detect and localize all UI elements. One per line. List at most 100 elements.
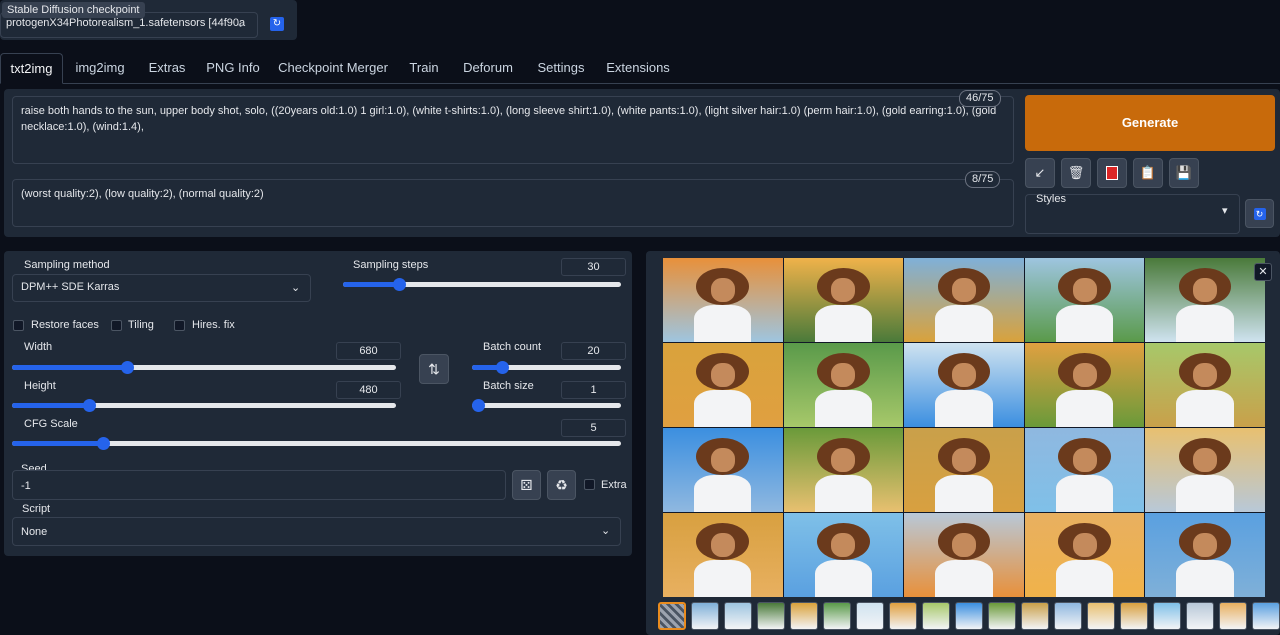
- gallery-thumbnail[interactable]: [988, 602, 1016, 630]
- tab-checkpoint-merger[interactable]: Checkpoint Merger: [274, 53, 392, 84]
- shirt-shape: [1055, 305, 1114, 342]
- gallery-image[interactable]: [1145, 428, 1265, 512]
- gallery-thumbnail[interactable]: [856, 602, 884, 630]
- gallery-thumbnail[interactable]: [1219, 602, 1247, 630]
- gallery-thumbnail[interactable]: [1252, 602, 1280, 630]
- arrow-icon[interactable]: ↙: [1025, 158, 1055, 188]
- random-seed-button[interactable]: ⚄: [512, 470, 541, 500]
- styles-refresh-button[interactable]: ↻: [1245, 199, 1274, 228]
- gallery-thumbnail[interactable]: [1087, 602, 1115, 630]
- prompt-textarea[interactable]: raise both hands to the sun, upper body …: [12, 96, 1014, 164]
- tab-settings[interactable]: Settings: [528, 53, 594, 84]
- gallery-thumbnail[interactable]: [823, 602, 851, 630]
- gallery-image[interactable]: [904, 258, 1024, 342]
- slider-handle[interactable]: [495, 361, 509, 374]
- gallery-thumbnail[interactable]: [1054, 602, 1082, 630]
- hires-fix-checkbox[interactable]: [174, 320, 185, 331]
- gallery-image[interactable]: [1024, 513, 1145, 597]
- tab-txt2img[interactable]: txt2img: [0, 53, 63, 84]
- gallery-image[interactable]: [783, 428, 904, 512]
- cfg-scale-input[interactable]: 5: [561, 419, 626, 437]
- batch-count-slider[interactable]: [472, 361, 621, 374]
- seed-input[interactable]: -1: [12, 470, 506, 500]
- sampling-method-select[interactable]: DPM++ SDE Karras: [12, 274, 311, 302]
- gallery-thumbnail[interactable]: [922, 602, 950, 630]
- checkpoint-label: Stable Diffusion checkpoint: [2, 2, 145, 18]
- gallery-image[interactable]: [783, 258, 904, 342]
- close-icon[interactable]: ✕: [1254, 263, 1272, 281]
- gallery-thumbnail[interactable]: [889, 602, 917, 630]
- gallery-image[interactable]: [1024, 343, 1145, 427]
- gallery-image[interactable]: [904, 343, 1024, 427]
- gallery-thumbnail[interactable]: [1153, 602, 1181, 630]
- gallery-image[interactable]: [663, 513, 783, 597]
- trash-icon[interactable]: 🗑: [1061, 158, 1091, 188]
- height-slider[interactable]: [12, 399, 396, 412]
- width-slider[interactable]: [12, 361, 396, 374]
- slider-fill: [343, 282, 399, 287]
- gallery-image[interactable]: [1024, 258, 1145, 342]
- face-shape: [710, 448, 735, 472]
- batch-size-slider[interactable]: [472, 399, 621, 412]
- tab-deforum[interactable]: Deforum: [455, 53, 521, 84]
- script-select[interactable]: None: [12, 517, 621, 546]
- gallery-image[interactable]: [663, 428, 783, 512]
- script-label: Script: [22, 503, 51, 515]
- swap-dimensions-button[interactable]: ⇅: [419, 354, 449, 384]
- chevron-down-icon[interactable]: ⌄: [236, 17, 245, 30]
- reuse-seed-button[interactable]: ♻: [547, 470, 576, 500]
- tab-extras[interactable]: Extras: [140, 53, 194, 84]
- slider-handle[interactable]: [392, 278, 406, 291]
- gallery-thumbnail[interactable]: [955, 602, 983, 630]
- chevron-down-icon: ⌄: [601, 525, 611, 537]
- recycle-icon: ♻: [555, 477, 568, 493]
- red-card-icon[interactable]: [1097, 158, 1127, 188]
- gallery-image[interactable]: [783, 513, 904, 597]
- save-icon[interactable]: 💾: [1169, 158, 1199, 188]
- batch-size-input[interactable]: 1: [561, 381, 626, 399]
- gallery-image[interactable]: [904, 428, 1024, 512]
- gallery-image[interactable]: [783, 343, 904, 427]
- gallery-image[interactable]: [663, 343, 783, 427]
- prompt-token-counter: 46/75: [959, 90, 1001, 107]
- slider-fill: [12, 403, 89, 408]
- tab-png-info[interactable]: PNG Info: [200, 53, 266, 84]
- slider-handle[interactable]: [472, 399, 485, 412]
- sampling-method-value: DPM++ SDE Karras: [21, 281, 120, 293]
- tab-train[interactable]: Train: [400, 53, 448, 84]
- gallery-image[interactable]: [663, 258, 783, 342]
- refresh-icon[interactable]: ↻: [270, 17, 284, 31]
- image-grid[interactable]: [663, 258, 1265, 597]
- gallery-thumbnail[interactable]: [1186, 602, 1214, 630]
- tab-img2img[interactable]: img2img: [66, 53, 134, 84]
- gallery-thumbnail[interactable]: [1021, 602, 1049, 630]
- gallery-thumbnail[interactable]: [790, 602, 818, 630]
- slider-handle[interactable]: [82, 399, 96, 412]
- gallery-image[interactable]: [1145, 513, 1265, 597]
- shirt-shape: [935, 475, 993, 512]
- extra-seed-checkbox[interactable]: [584, 479, 595, 490]
- width-input[interactable]: 680: [336, 342, 401, 360]
- gallery-thumbnail[interactable]: [691, 602, 719, 630]
- tiling-checkbox[interactable]: [111, 320, 122, 331]
- negative-prompt-textarea[interactable]: (worst quality:2), (low quality:2), (nor…: [12, 179, 1014, 227]
- gallery-image[interactable]: [1145, 343, 1265, 427]
- batch-count-input[interactable]: 20: [561, 342, 626, 360]
- tab-extensions[interactable]: Extensions: [600, 53, 676, 84]
- gallery-image[interactable]: [1024, 428, 1145, 512]
- gallery-thumbnail[interactable]: [658, 602, 686, 630]
- generate-button[interactable]: Generate: [1025, 95, 1275, 151]
- sampling-steps-input[interactable]: 30: [561, 258, 626, 276]
- clipboard-icon[interactable]: 📋: [1133, 158, 1163, 188]
- gallery-image[interactable]: [1145, 258, 1265, 342]
- restore-faces-checkbox[interactable]: [13, 320, 24, 331]
- height-input[interactable]: 480: [336, 381, 401, 399]
- gallery-thumbnail[interactable]: [724, 602, 752, 630]
- sampling-steps-slider[interactable]: [343, 278, 621, 291]
- gallery-image[interactable]: [904, 513, 1024, 597]
- thumbnail-strip: [658, 602, 1280, 632]
- cfg-scale-slider[interactable]: [12, 437, 621, 450]
- gallery-thumbnail[interactable]: [757, 602, 785, 630]
- gallery-thumbnail[interactable]: [1120, 602, 1148, 630]
- slider-fill: [12, 365, 128, 370]
